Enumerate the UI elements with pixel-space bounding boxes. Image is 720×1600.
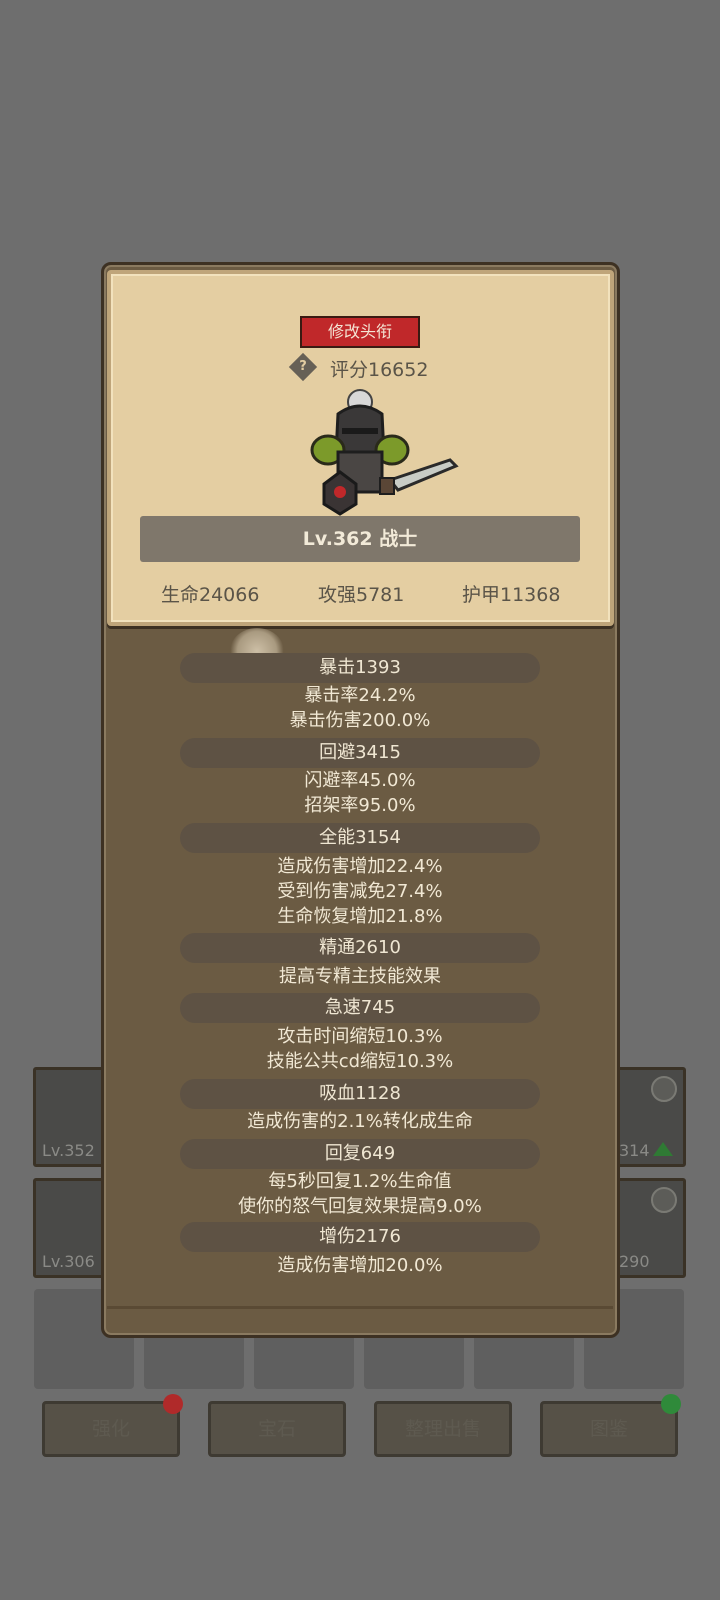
gem-label: 宝石: [257, 1418, 296, 1440]
sort-sell-button[interactable]: 整理出售: [374, 1401, 512, 1457]
level-class-bar: Lv.362 战士: [140, 516, 580, 562]
equipment-slot-book[interactable]: Lv.306: [33, 1178, 105, 1278]
help-icon[interactable]: ?: [288, 352, 318, 382]
attack-stat: 攻强5781: [318, 584, 405, 606]
upgrade-arrow-icon: [653, 1142, 673, 1156]
evasion-header: 回避3415: [180, 738, 540, 768]
damage-boost-header: 增伤2176: [180, 1222, 540, 1252]
new-badge-icon: [661, 1394, 681, 1414]
slot-level: 290: [619, 1252, 650, 1271]
enhance-label: 强化: [91, 1418, 130, 1440]
stat-line: 攻击时间缩短10.3%: [277, 1026, 443, 1047]
stat-line: 受到伤害减免27.4%: [277, 881, 443, 902]
versatility-header: 全能3154: [180, 823, 540, 853]
codex-label: 图鉴: [589, 1418, 628, 1440]
lock-icon: [651, 1076, 677, 1102]
crit-header: 暴击1393: [180, 653, 540, 683]
stat-line: 生命恢复增加21.8%: [277, 906, 443, 927]
lock-icon: [651, 1187, 677, 1213]
hp-stat: 生命24066: [161, 584, 260, 606]
regen-header: 回复649: [180, 1139, 540, 1169]
sort-sell-label: 整理出售: [404, 1418, 481, 1440]
warrior-avatar: [310, 389, 459, 516]
slot-level: 314: [619, 1141, 650, 1160]
equipment-slot-right-1[interactable]: 314: [614, 1067, 686, 1167]
codex-button[interactable]: 图鉴: [540, 1394, 681, 1457]
lifesteal-header: 吸血1128: [180, 1079, 540, 1109]
slot-level: Lv.352: [42, 1141, 95, 1160]
stat-line: 技能公共cd缩短10.3%: [266, 1051, 454, 1072]
equipment-slot-right-2[interactable]: 290: [614, 1178, 686, 1278]
help-glyph: ?: [299, 359, 307, 374]
score-label: 评分16652: [330, 359, 429, 381]
alert-badge-icon: [163, 1394, 183, 1414]
slot-level: Lv.306: [42, 1252, 95, 1271]
equipment-slot-weapon[interactable]: Lv.352: [33, 1067, 105, 1167]
stat-line: 闪避率45.0%: [304, 770, 416, 791]
stat-line: 提高专精主技能效果: [279, 966, 441, 987]
stat-line: 暴击伤害200.0%: [289, 710, 431, 731]
stat-line: 造成伤害增加20.0%: [277, 1255, 443, 1276]
stat-line: 造成伤害的2.1%转化成生命: [247, 1111, 473, 1132]
stat-line: 招架率95.0%: [304, 795, 416, 816]
haste-header: 急速745: [180, 993, 540, 1023]
stat-line: 每5秒回复1.2%生命值: [268, 1171, 452, 1192]
stat-line: 造成伤害增加22.4%: [277, 856, 443, 877]
gem-button[interactable]: 宝石: [208, 1401, 346, 1457]
armor-stat: 护甲11368: [462, 584, 561, 606]
stat-line: 使你的怒气回复效果提高9.0%: [238, 1196, 482, 1217]
dialog-divider: [107, 1306, 613, 1309]
mastery-header: 精通2610: [180, 933, 540, 963]
enhance-button[interactable]: 强化: [42, 1394, 183, 1457]
rename-title-button[interactable]: 修改头衔: [300, 316, 420, 348]
stat-line: 暴击率24.2%: [304, 685, 416, 706]
